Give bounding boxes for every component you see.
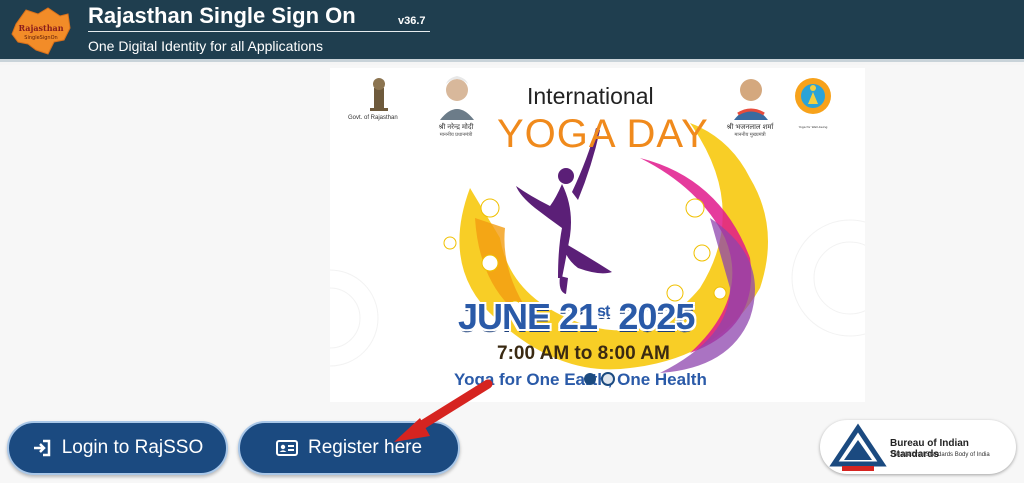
banner-title-line1: International xyxy=(527,83,654,109)
left-person-name: श्री नरेन्द्र मोदी xyxy=(438,124,474,131)
title-divider xyxy=(88,31,430,32)
red-pointer-arrow-icon xyxy=(394,379,493,442)
right-person-role: माननीय मुख्यमंत्री xyxy=(734,132,766,138)
carousel-indicators[interactable] xyxy=(582,371,618,387)
event-date-suffix: st xyxy=(597,303,610,320)
rajasthan-logo-icon[interactable]: Rajasthan SingleSignOn xyxy=(8,4,74,58)
login-button[interactable]: Login to RajSSO xyxy=(7,421,228,475)
event-date-year: 2025 xyxy=(618,296,695,337)
govt-caption: Govt. of Rajasthan xyxy=(348,115,398,121)
carousel-dot[interactable] xyxy=(601,372,615,386)
login-arrow-icon xyxy=(33,439,50,457)
yoga-day-logo-icon: Yoga for Well-being xyxy=(795,78,831,129)
svg-text:Rajasthan: Rajasthan xyxy=(18,23,63,33)
event-date-main: JUNE 21 xyxy=(458,296,598,337)
login-button-label: Login to RajSSO xyxy=(61,437,204,458)
bis-badge[interactable]: Bureau of Indian Standards The National … xyxy=(820,420,1016,474)
rajsso-home: Rajasthan SingleSignOn Rajasthan Single … xyxy=(0,0,1024,483)
event-date: JUNE 21st 2025 xyxy=(458,296,695,338)
yoga-day-banner[interactable]: Yoga for Well-being Govt. of Rajasthan श… xyxy=(330,68,865,402)
app-subtitle: One Digital Identity for all Application… xyxy=(88,38,324,54)
carousel-dot-active[interactable] xyxy=(584,373,596,385)
id-card-icon xyxy=(275,440,298,456)
svg-text:SingleSignOn: SingleSignOn xyxy=(24,35,57,41)
right-portrait xyxy=(728,72,774,122)
national-emblem-icon xyxy=(370,78,388,111)
app-title: Rajasthan Single Sign On xyxy=(88,3,356,28)
right-person-name: श्री भजनलाल शर्मा xyxy=(726,124,774,131)
svg-text:Yoga for Well-being: Yoga for Well-being xyxy=(799,125,828,129)
banner-title-line2: YOGA DAY xyxy=(497,112,709,156)
bis-subtitle: The National Standards Body of India xyxy=(890,452,990,458)
version-label: v36.7 xyxy=(398,15,426,27)
left-portrait xyxy=(434,72,480,122)
bis-logo-icon xyxy=(829,423,887,471)
left-person-role: माननीय प्रधानमंत्री xyxy=(439,132,473,138)
event-time: 7:00 AM to 8:00 AM xyxy=(497,343,670,364)
top-header: Rajasthan SingleSignOn Rajasthan Single … xyxy=(0,0,1024,62)
